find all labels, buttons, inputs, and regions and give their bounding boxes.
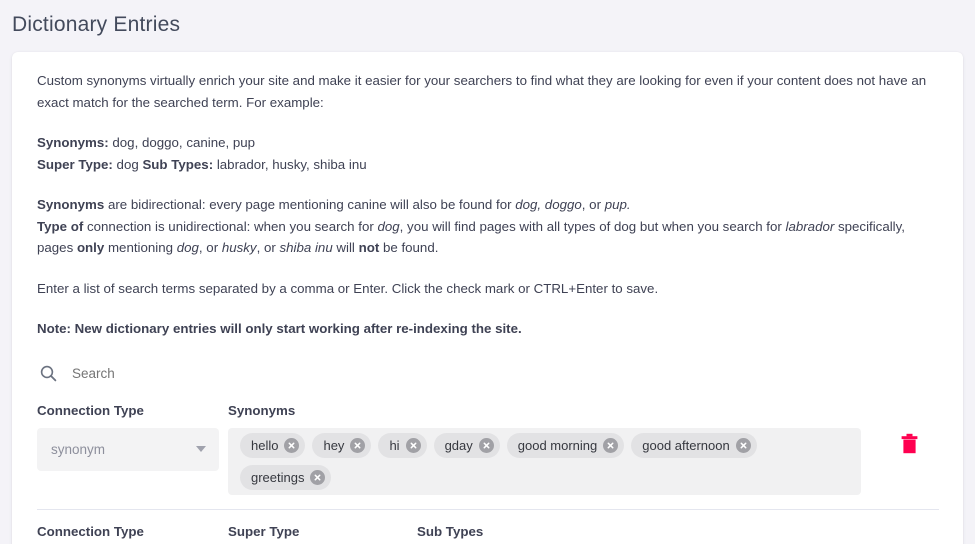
explain-typeof-t1: connection is unidirectional: when you s… (83, 218, 378, 234)
example-synonyms-line: Synonyms: dog, doggo, canine, pup (37, 132, 939, 154)
explanation-block: Synonyms are bidirectional: every page m… (37, 194, 939, 259)
term-chip[interactable]: good morning (506, 432, 625, 458)
search-input[interactable] (70, 365, 370, 382)
explain-typeof-i1: dog (377, 218, 400, 234)
term-chip-label: good morning (517, 437, 598, 453)
example-block: Synonyms: dog, doggo, canine, pup Super … (37, 132, 939, 175)
delete-entry-cell (879, 403, 939, 459)
trash-icon[interactable] (896, 429, 922, 459)
explain-synonyms-i2: pup. (604, 197, 631, 212)
explain-synonyms-t1: are bidirectional: every page mentioning… (104, 197, 516, 212)
connection-type-field: Connection Type type of (37, 524, 219, 544)
explain-typeof-i3: dog (176, 240, 199, 255)
chip-remove-icon[interactable] (310, 469, 326, 485)
explanation-typeof-line: Type of connection is unidirectional: wh… (37, 216, 939, 259)
explain-typeof-t8: be found. (379, 240, 439, 255)
dictionary-card: Custom synonyms virtually enrich your si… (12, 52, 963, 544)
explain-typeof-i2: labrador (785, 218, 835, 234)
chevron-down-icon (196, 446, 206, 452)
page-title: Dictionary Entries (12, 13, 181, 36)
connection-type-label: Connection Type (37, 523, 144, 539)
term-chip[interactable]: hi (378, 432, 427, 458)
dictionary-entry-row: Connection Type synonym Synonyms hello he… (37, 389, 939, 495)
explain-typeof-t5: , or (198, 240, 222, 255)
explain-typeof-bold: Type of (37, 218, 84, 234)
synonyms-chips-container[interactable]: hello hey hi gday good morning good afternoon… (228, 427, 861, 495)
chip-remove-icon[interactable] (405, 437, 421, 453)
intro-paragraph: Custom synonyms virtually enrich your si… (37, 73, 927, 110)
chip-remove-icon[interactable] (284, 437, 300, 453)
term-chip[interactable]: hello (240, 432, 306, 458)
search-icon (37, 363, 59, 385)
explain-synonyms-bold: Synonyms (37, 197, 105, 212)
instructions-text: Enter a list of search terms separated b… (37, 280, 659, 296)
explain-typeof-bold3: not (358, 240, 380, 255)
term-chip[interactable]: gday (433, 432, 500, 458)
example-synonyms-label: Synonyms: (37, 135, 109, 150)
dictionary-entry-row: Connection Type type of Super Type digit… (37, 510, 939, 544)
connection-type-select[interactable]: synonym (37, 427, 219, 471)
reindex-note: Note: New dictionary entries will only s… (37, 321, 522, 336)
example-super-type-label: Super Type: (37, 156, 113, 172)
synonyms-field: Synonyms hello hey hi gday good morning good … (228, 403, 861, 495)
example-sub-types-value: labrador, husky, shiba inu (213, 156, 367, 172)
explain-typeof-t4: mentioning (104, 240, 177, 255)
explain-typeof-t7: will (332, 240, 359, 255)
delete-entry-cell (879, 524, 939, 544)
explain-synonyms-i1: dog, doggo (515, 197, 582, 212)
term-chip-label: good afternoon (642, 437, 730, 453)
term-chip-label: greetings (251, 469, 305, 485)
chip-remove-icon[interactable] (735, 437, 751, 453)
connection-type-label: Connection Type (37, 402, 144, 418)
term-chip-label: hello (251, 437, 279, 453)
chip-remove-icon[interactable] (603, 437, 619, 453)
explain-typeof-t6: , or (256, 240, 280, 255)
chip-remove-icon[interactable] (350, 437, 366, 453)
explain-synonyms-t2: , or (581, 197, 605, 212)
term-chip-label: gday (444, 437, 473, 453)
sub-types-field: Sub Types onetwothreefour (417, 524, 861, 544)
term-chip[interactable]: good afternoon (631, 432, 757, 458)
chip-remove-icon[interactable] (478, 437, 494, 453)
explain-typeof-bold2: only (76, 240, 105, 255)
super-type-field: Super Type digit (228, 524, 408, 544)
connection-type-value: synonym (51, 441, 106, 457)
example-sub-types-label: Sub Types: (142, 156, 214, 172)
term-chip-label: hey (323, 437, 345, 453)
synonyms-label: Synonyms (228, 402, 296, 418)
example-types-line: Super Type: dog Sub Types: labrador, hus… (37, 154, 939, 176)
example-synonyms-value: dog, doggo, canine, pup (108, 135, 256, 150)
explanation-synonyms-line: Synonyms are bidirectional: every page m… (37, 194, 939, 216)
dictionary-entries-page: Dictionary Entries Custom synonyms virtu… (0, 0, 975, 544)
sub-types-label: Sub Types (417, 523, 484, 539)
term-chip[interactable]: greetings (240, 464, 332, 490)
connection-type-field: Connection Type synonym (37, 403, 219, 471)
super-type-label: Super Type (228, 523, 300, 539)
explain-typeof-i5: shiba inu (279, 240, 333, 255)
example-super-type-value: dog (112, 156, 143, 172)
explain-typeof-i4: husky (221, 240, 257, 255)
term-chip-label: hi (389, 437, 400, 453)
term-chip[interactable]: hey (312, 432, 372, 458)
explain-typeof-t2: , you will find pages with all types of … (399, 218, 786, 234)
search-row[interactable] (37, 359, 939, 389)
